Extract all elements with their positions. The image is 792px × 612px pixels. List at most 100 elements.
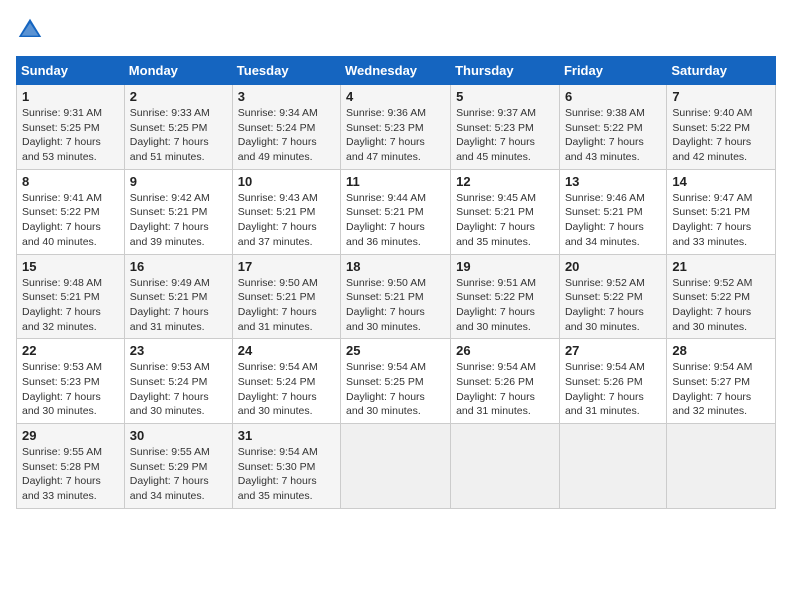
day-info: Sunrise: 9:50 AMSunset: 5:21 PMDaylight:… bbox=[238, 276, 335, 335]
day-info: Sunrise: 9:48 AMSunset: 5:21 PMDaylight:… bbox=[22, 276, 119, 335]
calendar-cell: 12Sunrise: 9:45 AMSunset: 5:21 PMDayligh… bbox=[451, 169, 560, 254]
day-info: Sunrise: 9:31 AMSunset: 5:25 PMDaylight:… bbox=[22, 106, 119, 165]
col-header-sunday: Sunday bbox=[17, 57, 125, 85]
day-number: 23 bbox=[130, 343, 227, 358]
day-info: Sunrise: 9:40 AMSunset: 5:22 PMDaylight:… bbox=[672, 106, 770, 165]
day-info: Sunrise: 9:49 AMSunset: 5:21 PMDaylight:… bbox=[130, 276, 227, 335]
day-info: Sunrise: 9:52 AMSunset: 5:22 PMDaylight:… bbox=[672, 276, 770, 335]
calendar-cell: 5 Sunrise: 9:37 AMSunset: 5:23 PMDaylight… bbox=[451, 85, 560, 170]
day-info: Sunrise: 9:37 AMSunset: 5:23 PMDaylight:… bbox=[456, 106, 554, 165]
calendar-week-row: 1 Sunrise: 9:31 AMSunset: 5:25 PMDaylight… bbox=[17, 85, 776, 170]
day-info: Sunrise: 9:53 AMSunset: 5:23 PMDaylight:… bbox=[22, 360, 119, 419]
calendar-cell: 21 Sunrise: 9:52 AMSunset: 5:22 PMDayligh… bbox=[667, 254, 776, 339]
day-number: 16 bbox=[130, 259, 227, 274]
calendar-cell: 15Sunrise: 9:48 AMSunset: 5:21 PMDayligh… bbox=[17, 254, 125, 339]
day-info: Sunrise: 9:46 AMSunset: 5:21 PMDaylight:… bbox=[565, 191, 661, 250]
day-number: 22 bbox=[22, 343, 119, 358]
day-info: Sunrise: 9:43 AMSunset: 5:21 PMDaylight:… bbox=[238, 191, 335, 250]
calendar-cell: 1 Sunrise: 9:31 AMSunset: 5:25 PMDaylight… bbox=[17, 85, 125, 170]
calendar-cell: 2 Sunrise: 9:33 AMSunset: 5:25 PMDaylight… bbox=[124, 85, 232, 170]
calendar-cell: 28 Sunrise: 9:54 AMSunset: 5:27 PMDayligh… bbox=[667, 339, 776, 424]
day-info: Sunrise: 9:42 AMSunset: 5:21 PMDaylight:… bbox=[130, 191, 227, 250]
calendar-cell: 14 Sunrise: 9:47 AMSunset: 5:21 PMDayligh… bbox=[667, 169, 776, 254]
calendar-cell: 7 Sunrise: 9:40 AMSunset: 5:22 PMDaylight… bbox=[667, 85, 776, 170]
day-info: Sunrise: 9:50 AMSunset: 5:21 PMDaylight:… bbox=[346, 276, 445, 335]
calendar-cell: 20 Sunrise: 9:52 AMSunset: 5:22 PMDayligh… bbox=[559, 254, 666, 339]
day-number: 26 bbox=[456, 343, 554, 358]
day-info: Sunrise: 9:55 AMSunset: 5:28 PMDaylight:… bbox=[22, 445, 119, 504]
calendar-cell: 25 Sunrise: 9:54 AMSunset: 5:25 PMDayligh… bbox=[341, 339, 451, 424]
col-header-tuesday: Tuesday bbox=[232, 57, 340, 85]
logo bbox=[16, 16, 48, 44]
calendar-cell: 22 Sunrise: 9:53 AMSunset: 5:23 PMDayligh… bbox=[17, 339, 125, 424]
calendar-cell: 29 Sunrise: 9:55 AMSunset: 5:28 PMDayligh… bbox=[17, 424, 125, 509]
day-info: Sunrise: 9:33 AMSunset: 5:25 PMDaylight:… bbox=[130, 106, 227, 165]
day-info: Sunrise: 9:54 AMSunset: 5:30 PMDaylight:… bbox=[238, 445, 335, 504]
day-info: Sunrise: 9:53 AMSunset: 5:24 PMDaylight:… bbox=[130, 360, 227, 419]
day-number: 14 bbox=[672, 174, 770, 189]
calendar-cell: 18 Sunrise: 9:50 AMSunset: 5:21 PMDayligh… bbox=[341, 254, 451, 339]
day-info: Sunrise: 9:54 AMSunset: 5:24 PMDaylight:… bbox=[238, 360, 335, 419]
calendar-cell: 19 Sunrise: 9:51 AMSunset: 5:22 PMDayligh… bbox=[451, 254, 560, 339]
day-info: Sunrise: 9:52 AMSunset: 5:22 PMDaylight:… bbox=[565, 276, 661, 335]
col-header-thursday: Thursday bbox=[451, 57, 560, 85]
day-info: Sunrise: 9:36 AMSunset: 5:23 PMDaylight:… bbox=[346, 106, 445, 165]
day-number: 4 bbox=[346, 89, 445, 104]
day-info: Sunrise: 9:54 AMSunset: 5:26 PMDaylight:… bbox=[456, 360, 554, 419]
calendar-cell bbox=[559, 424, 666, 509]
day-number: 20 bbox=[565, 259, 661, 274]
day-number: 7 bbox=[672, 89, 770, 104]
day-number: 5 bbox=[456, 89, 554, 104]
calendar-cell: 8Sunrise: 9:41 AMSunset: 5:22 PMDaylight… bbox=[17, 169, 125, 254]
day-number: 28 bbox=[672, 343, 770, 358]
day-info: Sunrise: 9:51 AMSunset: 5:22 PMDaylight:… bbox=[456, 276, 554, 335]
calendar-cell: 27 Sunrise: 9:54 AMSunset: 5:26 PMDayligh… bbox=[559, 339, 666, 424]
calendar-week-row: 8Sunrise: 9:41 AMSunset: 5:22 PMDaylight… bbox=[17, 169, 776, 254]
col-header-monday: Monday bbox=[124, 57, 232, 85]
day-number: 13 bbox=[565, 174, 661, 189]
day-info: Sunrise: 9:38 AMSunset: 5:22 PMDaylight:… bbox=[565, 106, 661, 165]
day-number: 1 bbox=[22, 89, 119, 104]
calendar-cell bbox=[451, 424, 560, 509]
col-header-saturday: Saturday bbox=[667, 57, 776, 85]
day-info: Sunrise: 9:54 AMSunset: 5:27 PMDaylight:… bbox=[672, 360, 770, 419]
day-info: Sunrise: 9:55 AMSunset: 5:29 PMDaylight:… bbox=[130, 445, 227, 504]
calendar-week-row: 29 Sunrise: 9:55 AMSunset: 5:28 PMDayligh… bbox=[17, 424, 776, 509]
day-number: 6 bbox=[565, 89, 661, 104]
calendar-cell: 26 Sunrise: 9:54 AMSunset: 5:26 PMDayligh… bbox=[451, 339, 560, 424]
calendar-cell: 17 Sunrise: 9:50 AMSunset: 5:21 PMDayligh… bbox=[232, 254, 340, 339]
col-header-friday: Friday bbox=[559, 57, 666, 85]
calendar-cell: 16 Sunrise: 9:49 AMSunset: 5:21 PMDayligh… bbox=[124, 254, 232, 339]
calendar-cell bbox=[341, 424, 451, 509]
day-number: 17 bbox=[238, 259, 335, 274]
page-header bbox=[16, 16, 776, 44]
calendar-cell: 23 Sunrise: 9:53 AMSunset: 5:24 PMDayligh… bbox=[124, 339, 232, 424]
day-info: Sunrise: 9:47 AMSunset: 5:21 PMDaylight:… bbox=[672, 191, 770, 250]
calendar-cell bbox=[667, 424, 776, 509]
day-number: 27 bbox=[565, 343, 661, 358]
day-number: 21 bbox=[672, 259, 770, 274]
day-number: 29 bbox=[22, 428, 119, 443]
calendar-cell: 30Sunrise: 9:55 AMSunset: 5:29 PMDayligh… bbox=[124, 424, 232, 509]
calendar-cell: 11Sunrise: 9:44 AMSunset: 5:21 PMDayligh… bbox=[341, 169, 451, 254]
day-number: 25 bbox=[346, 343, 445, 358]
day-info: Sunrise: 9:54 AMSunset: 5:25 PMDaylight:… bbox=[346, 360, 445, 419]
calendar-cell: 24Sunrise: 9:54 AMSunset: 5:24 PMDayligh… bbox=[232, 339, 340, 424]
day-number: 2 bbox=[130, 89, 227, 104]
logo-icon bbox=[16, 16, 44, 44]
col-header-wednesday: Wednesday bbox=[341, 57, 451, 85]
calendar-cell: 10 Sunrise: 9:43 AMSunset: 5:21 PMDayligh… bbox=[232, 169, 340, 254]
day-number: 19 bbox=[456, 259, 554, 274]
day-info: Sunrise: 9:54 AMSunset: 5:26 PMDaylight:… bbox=[565, 360, 661, 419]
calendar-cell: 31 Sunrise: 9:54 AMSunset: 5:30 PMDayligh… bbox=[232, 424, 340, 509]
day-number: 9 bbox=[130, 174, 227, 189]
day-number: 31 bbox=[238, 428, 335, 443]
day-number: 18 bbox=[346, 259, 445, 274]
calendar-week-row: 22 Sunrise: 9:53 AMSunset: 5:23 PMDayligh… bbox=[17, 339, 776, 424]
day-info: Sunrise: 9:44 AMSunset: 5:21 PMDaylight:… bbox=[346, 191, 445, 250]
calendar-week-row: 15Sunrise: 9:48 AMSunset: 5:21 PMDayligh… bbox=[17, 254, 776, 339]
day-number: 10 bbox=[238, 174, 335, 189]
calendar-cell: 3Sunrise: 9:34 AMSunset: 5:24 PMDaylight… bbox=[232, 85, 340, 170]
day-info: Sunrise: 9:41 AMSunset: 5:22 PMDaylight:… bbox=[22, 191, 119, 250]
day-number: 3 bbox=[238, 89, 335, 104]
